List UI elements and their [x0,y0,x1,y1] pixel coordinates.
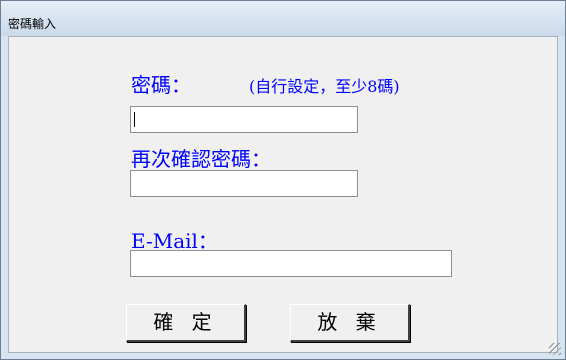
window-title: 密碼輸入 [8,17,57,31]
password-dialog: 密碼輸入 密碼： (自行設定，至少8碼) 再次確認密碼： E-Mail： 確 定… [0,0,566,360]
ok-button[interactable]: 確 定 [126,304,246,342]
email-field[interactable] [130,250,452,277]
title-bar[interactable]: 密碼輸入 [1,1,565,36]
password-label: 密碼： [131,73,191,97]
password-hint: (自行設定，至少8碼) [249,77,400,96]
password-field[interactable] [130,106,358,133]
cancel-button[interactable]: 放 棄 [290,304,410,342]
resize-grip[interactable] [549,343,561,355]
confirm-password-field[interactable] [130,170,358,197]
text-caret [134,112,135,127]
confirm-password-label: 再次確認密碼： [131,147,271,171]
